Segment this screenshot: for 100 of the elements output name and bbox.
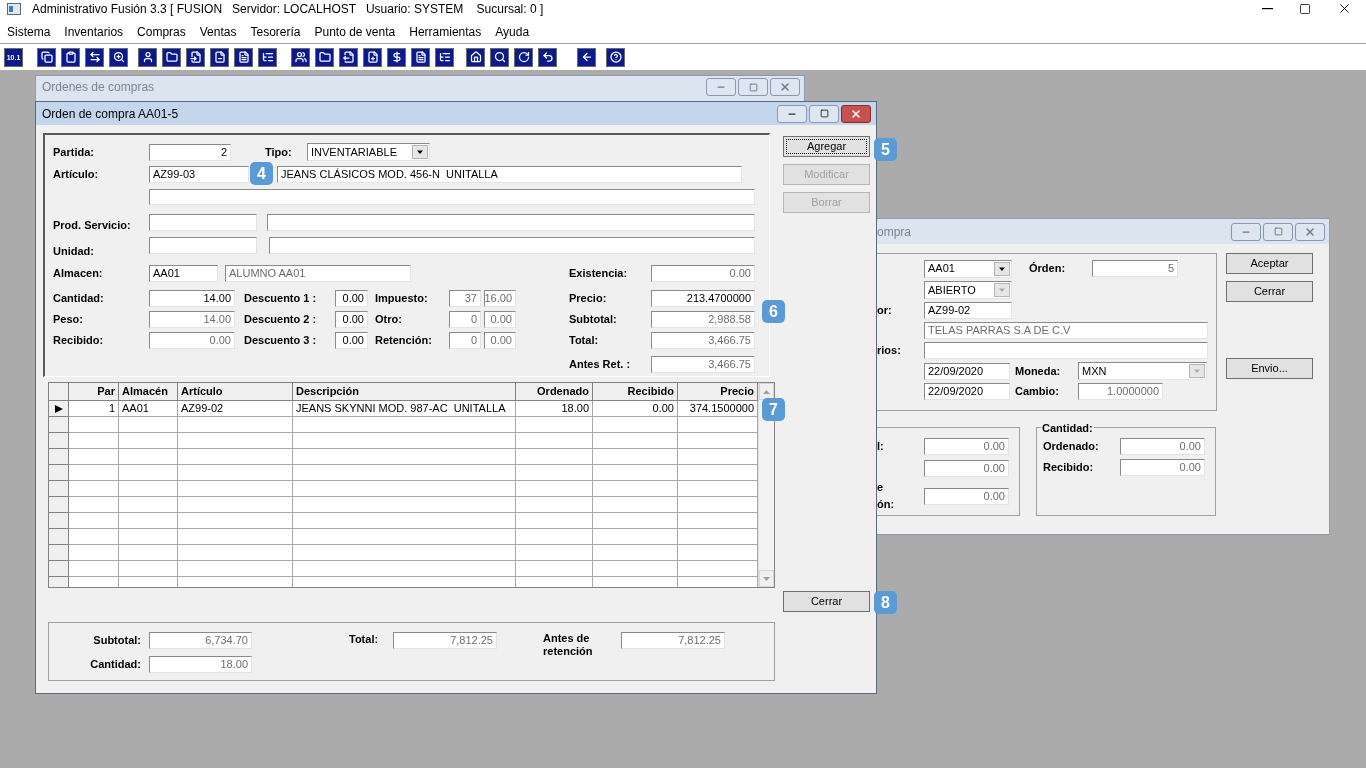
menu-item[interactable]: Ayuda	[495, 23, 530, 41]
toolbar-button[interactable]	[85, 47, 104, 67]
text-field[interactable]	[149, 237, 257, 254]
minimize-icon[interactable]	[1262, 7, 1273, 10]
document-icon	[237, 51, 250, 63]
maximize-button[interactable]	[1263, 222, 1293, 241]
text-field[interactable]	[149, 214, 257, 231]
toolbar-button[interactable]	[339, 47, 358, 67]
field-label: Descuento 3 :	[244, 334, 318, 346]
maximize-button[interactable]	[809, 104, 839, 123]
table-cell	[69, 561, 119, 577]
dialog-button[interactable]: Envio...	[1226, 358, 1313, 379]
toolbar-button[interactable]	[606, 47, 625, 67]
text-field[interactable]	[149, 189, 755, 205]
column-header[interactable]: Artículo	[178, 383, 293, 401]
toolbar-button[interactable]	[162, 47, 181, 67]
field-label: Subtotal:	[569, 313, 618, 325]
text-field[interactable]: 2	[149, 143, 231, 161]
dialog-button[interactable]: Agregar	[783, 136, 870, 157]
menu-item[interactable]: Herramientas	[409, 23, 482, 41]
toolbar-button[interactable]	[291, 47, 310, 67]
field-label: rios:	[877, 345, 902, 356]
column-header[interactable]: Ordenado	[516, 383, 593, 401]
minimize-button[interactable]	[777, 104, 807, 123]
table-cell: AA01	[119, 401, 178, 417]
clipboard-icon	[64, 51, 77, 63]
dialog-button[interactable]: Aceptar	[1226, 253, 1313, 274]
maximize-icon	[748, 82, 758, 92]
toolbar-button[interactable]	[538, 47, 557, 67]
menu-item[interactable]: Ventas	[199, 23, 237, 41]
menu-item[interactable]: Tesorería	[250, 23, 301, 41]
maximize-button[interactable]	[738, 78, 768, 96]
field-label: l:	[877, 441, 885, 452]
text-field[interactable]: 22/09/2020	[924, 362, 1010, 380]
field-label: ón:	[877, 499, 896, 510]
field-label: Cambio:	[1015, 386, 1060, 397]
text-field[interactable]: AA01	[149, 264, 218, 282]
table-cell	[69, 481, 119, 497]
field-label: Antes de retención	[543, 632, 594, 658]
text-field[interactable]: 213.4700000	[651, 289, 755, 307]
column-header[interactable]: Precio	[678, 383, 758, 401]
toolbar-button[interactable]	[577, 47, 596, 67]
menu-item[interactable]: Inventarios	[64, 23, 124, 41]
toolbar-button[interactable]	[210, 47, 229, 67]
text-field[interactable]: 22/09/2020	[924, 383, 1010, 400]
table-cell	[119, 513, 178, 529]
toolbar-button[interactable]	[435, 47, 454, 67]
text-field[interactable]: 0.00	[335, 310, 368, 328]
field-label: Cantidad:	[53, 292, 105, 304]
close-button[interactable]	[770, 78, 800, 96]
scroll-down-icon[interactable]	[763, 576, 770, 581]
text-field[interactable]	[269, 237, 755, 254]
text-field[interactable]: AZ99-02	[924, 302, 1012, 319]
toolbar-button[interactable]	[363, 47, 382, 67]
field-label: Recibido:	[1043, 462, 1095, 473]
toolbar-button[interactable]	[387, 47, 406, 67]
column-header[interactable]: Par	[69, 383, 119, 401]
toolbar-button[interactable]	[109, 47, 128, 67]
minimize-button[interactable]	[706, 78, 736, 96]
field-label: Almacen:	[53, 267, 104, 279]
scroll-up-icon[interactable]	[763, 389, 770, 394]
toolbar-button[interactable]	[234, 47, 253, 67]
menu-item[interactable]: Sistema	[7, 23, 51, 41]
dialog-button[interactable]: Cerrar	[1226, 281, 1313, 302]
search-icon	[493, 51, 506, 63]
minimize-button[interactable]	[1231, 222, 1261, 241]
dropdown[interactable]: INVENTARIABLE	[307, 143, 430, 161]
field-label: Existencia:	[569, 267, 629, 279]
toolbar-button[interactable]	[258, 47, 277, 67]
toolbar-button[interactable]	[186, 47, 205, 67]
toolbar-button[interactable]	[37, 47, 56, 67]
toolbar-button[interactable]	[138, 47, 157, 67]
dialog-button[interactable]: Cerrar	[783, 591, 870, 612]
text-field[interactable]: AZ99-03	[149, 165, 249, 183]
menu-item[interactable]: Punto de venta	[314, 23, 396, 41]
text-field[interactable]: 14.00	[149, 289, 235, 307]
table-cell	[119, 497, 178, 513]
table-cell	[69, 529, 119, 545]
field-label: Moneda:	[1015, 365, 1062, 377]
callout-badge: 7	[762, 398, 785, 421]
close-button[interactable]	[841, 104, 871, 123]
column-header[interactable]: Almacén	[119, 383, 178, 401]
row-header[interactable]	[49, 401, 69, 417]
toolbar-button[interactable]	[466, 47, 485, 67]
table-cell	[69, 465, 119, 481]
text-field[interactable]: 0.00	[335, 331, 368, 349]
text-field[interactable]	[267, 214, 755, 231]
toolbar-button[interactable]	[315, 47, 334, 67]
toolbar-button[interactable]	[411, 47, 430, 67]
column-header[interactable]: Descripción	[293, 383, 516, 401]
text-field[interactable]	[924, 342, 1208, 359]
row-pointer-icon	[54, 404, 63, 413]
text-field[interactable]: JEANS CLÁSICOS MOD. 456-N UNITALLA	[277, 165, 742, 183]
toolbar-button[interactable]	[514, 47, 533, 67]
toolbar-button[interactable]	[61, 47, 80, 67]
column-header[interactable]: Recibido	[593, 383, 678, 401]
text-field[interactable]: 0.00	[335, 289, 368, 307]
dropdown[interactable]: AA01	[924, 259, 1012, 278]
toolbar-button[interactable]	[490, 47, 509, 67]
menu-item[interactable]: Compras	[137, 23, 186, 41]
